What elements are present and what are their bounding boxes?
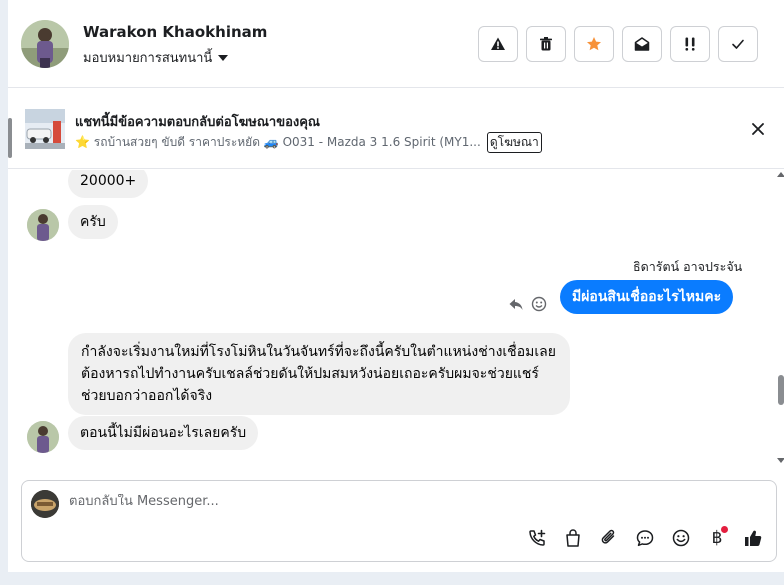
paperclip-icon: [601, 529, 615, 544]
contact-name[interactable]: Warakon Khaokhinam: [83, 23, 267, 41]
close-icon: [752, 123, 764, 135]
avatar[interactable]: [27, 209, 59, 241]
scroll-up-arrow[interactable]: [777, 172, 784, 177]
emoji-icon: [672, 529, 690, 547]
view-ad-link[interactable]: ดูโฆษณา: [486, 132, 542, 153]
assign-label: มอบหมายการสนทนานี้: [83, 51, 213, 66]
mark-done-button[interactable]: [718, 26, 758, 62]
composer-toolbar: ฿: [526, 526, 764, 549]
star-button[interactable]: [574, 26, 614, 62]
message-input[interactable]: [69, 494, 669, 509]
saved-reply-icon: [636, 530, 654, 547]
mark-spam-button[interactable]: [478, 26, 518, 62]
notification-dot: [721, 526, 728, 533]
message-bubble-incoming[interactable]: ตอนนี้ไม่มีผ่อนอะไรเลยครับ: [68, 416, 259, 450]
message-bubble-outgoing[interactable]: มีผ่อนสินเชื่ออะไรไหมคะ: [560, 280, 734, 314]
envelope-open-icon: [634, 37, 650, 51]
ad-reply-banner: แชทนี้มีข้อความตอบกลับต่อโฆษณาของคุณ ⭐ ร…: [8, 89, 784, 169]
star-icon: [587, 37, 601, 51]
message-bubble-incoming[interactable]: กำลังจะเริ่มงานใหม่ที่โรงโม่หินในวันจันท…: [68, 333, 570, 415]
avatar[interactable]: [27, 421, 59, 453]
ad-banner-title: แชทนี้มีข้อความตอบกลับต่อโฆษณาของคุณ: [75, 115, 320, 130]
sender-name: ธิดารัตน์ อาจประจัน: [633, 259, 743, 274]
shop-button[interactable]: [562, 527, 584, 549]
follow-up-icon: [685, 37, 695, 51]
attach-button[interactable]: [598, 527, 620, 549]
reply-composer: ฿: [21, 480, 777, 562]
follow-up-button[interactable]: [670, 26, 710, 62]
avatar[interactable]: [21, 20, 69, 68]
header-actions: [478, 26, 758, 62]
mark-read-button[interactable]: [622, 26, 662, 62]
close-banner-button[interactable]: [748, 119, 768, 139]
conversation-panel: Warakon Khaokhinam มอบหมายการสนทนานี้ แช…: [8, 0, 784, 572]
assign-dropdown[interactable]: มอบหมายการสนทนานี้: [83, 47, 229, 68]
react-emoji-icon[interactable]: [531, 296, 547, 312]
trash-icon: [540, 37, 552, 51]
like-button[interactable]: [742, 527, 764, 549]
message-thread[interactable]: 20000+ ครับ ธิดารัตน์ อาจประจัน มีผ่อนสิ…: [8, 170, 784, 466]
reply-icon[interactable]: [508, 296, 524, 312]
conversation-header: Warakon Khaokhinam มอบหมายการสนทนานี้: [8, 0, 784, 88]
delete-button[interactable]: [526, 26, 566, 62]
chevron-down-icon: [218, 55, 229, 61]
message-scrollbar[interactable]: [778, 375, 784, 405]
scroll-down-arrow[interactable]: [777, 458, 784, 463]
saved-replies-button[interactable]: [634, 527, 656, 549]
thumbs-up-icon: [745, 530, 762, 546]
ad-banner-subtitle: ⭐ รถบ้านสวยๆ ขับดี ราคาประหยัด 🚙 O031 - …: [75, 132, 542, 153]
page-avatar: [31, 490, 59, 518]
message-bubble-incoming[interactable]: 20000+: [68, 170, 149, 198]
payment-button[interactable]: ฿: [706, 526, 728, 549]
emoji-button[interactable]: [670, 527, 692, 549]
check-icon: [732, 39, 744, 49]
warning-icon: [491, 37, 505, 50]
ad-name: ⭐ รถบ้านสวยๆ ขับดี ราคาประหยัด 🚙 O031 - …: [75, 135, 481, 149]
message-bubble-incoming[interactable]: ครับ: [68, 205, 118, 239]
call-add-icon: [529, 529, 546, 546]
call-button[interactable]: [526, 527, 548, 549]
ad-thumbnail[interactable]: [25, 109, 65, 149]
shopping-bag-icon: [566, 529, 580, 547]
